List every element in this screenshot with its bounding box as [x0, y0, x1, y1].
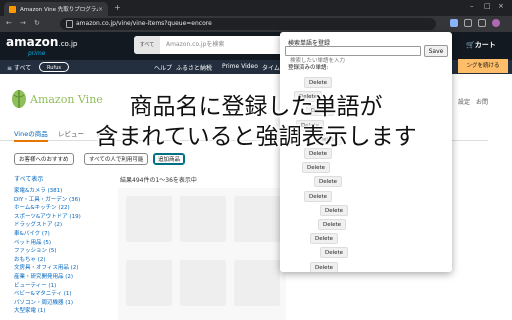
continue-shopping-link[interactable]: ングを続ける [458, 59, 508, 73]
sidebar-show-all[interactable]: すべて表示 [14, 174, 43, 183]
delete-word-button[interactable]: Delete [314, 176, 343, 188]
cart-icon: 🛒 [466, 41, 475, 49]
browser-toolbar: ← → ↻ amazon.co.jp/vine/vine-items?queue… [0, 16, 512, 32]
address-url: amazon.co.jp/vine/vine-items?queue=encor… [76, 20, 212, 27]
extensions-puzzle-icon[interactable] [464, 19, 472, 27]
delete-word-button[interactable]: Delete [310, 233, 339, 245]
logo-suffix: .co.jp [58, 40, 78, 48]
category-item[interactable]: ペット用品 (5) [14, 238, 51, 246]
word-input-field[interactable] [285, 46, 421, 65]
category-item[interactable]: 家電&カメラ (381) [14, 186, 62, 194]
filter-additional[interactable]: 追加商品 [153, 153, 186, 165]
extension-icon[interactable] [450, 19, 458, 27]
nav-all-menu[interactable]: ≡ すべて [7, 63, 31, 72]
search-category-select[interactable]: すべて [134, 36, 160, 54]
product-grid [118, 188, 286, 320]
rufus-button[interactable]: Rufus [39, 62, 69, 72]
minimize-icon[interactable]: – [470, 2, 474, 10]
results-count: 結果494件の1〜36を表示中 [120, 177, 197, 184]
headline-banner: 商品名に登録した単語が 含まれていると強調表示します [0, 92, 512, 152]
browser-tab[interactable]: Amazon Vine 先取りプログラム × [4, 2, 108, 16]
profile-avatar[interactable] [492, 19, 500, 27]
extension-popup: 検索単語を登録 Save 登録済みの単語: DeleteDeleteDelete… [280, 32, 452, 272]
nav-furusato[interactable]: ふるさと納税 [176, 63, 212, 72]
category-item[interactable]: ベビー&マタニティ (1) [14, 289, 72, 297]
product-image[interactable] [234, 196, 280, 242]
reload-icon[interactable]: ↻ [34, 19, 40, 27]
category-item[interactable]: ファッション (5) [14, 246, 57, 254]
category-item[interactable]: おもちゃ (2) [14, 255, 46, 263]
back-icon[interactable]: ← [6, 19, 12, 27]
registered-words-label: 登録済みの単語: [288, 65, 329, 71]
address-bar[interactable]: amazon.co.jp/vine/vine-items?queue=encor… [60, 18, 436, 30]
browser-tab-strip: Amazon Vine 先取りプログラム × + – □ × [0, 0, 512, 16]
new-tab-button[interactable]: + [114, 3, 121, 12]
category-item[interactable]: パソコン・周辺機器 (1) [14, 298, 73, 306]
headline-line-1: 商品名に登録した単語が [129, 94, 383, 120]
maximize-icon[interactable]: □ [484, 2, 491, 10]
save-button[interactable]: Save [424, 45, 448, 57]
category-item[interactable]: DIY・工具・ガーデン (36) [14, 195, 80, 203]
delete-word-button[interactable]: Delete [302, 162, 331, 174]
search-input[interactable]: Amazon.co.jpを検索 [166, 36, 224, 54]
product-image[interactable] [126, 260, 172, 306]
category-item[interactable]: 文房具・オフィス用品 (2) [14, 263, 78, 271]
category-item[interactable]: ドラッグストア (2) [14, 220, 62, 228]
delete-word-button[interactable]: Delete [304, 190, 333, 202]
nav-help[interactable]: ヘルプ [154, 63, 172, 72]
category-item[interactable]: 大型家電 (1) [14, 306, 46, 314]
cart-button[interactable]: 🛒カート [466, 40, 496, 50]
tab-title: Amazon Vine 先取りプログラム [20, 7, 98, 13]
amazon-favicon-icon [9, 5, 16, 13]
delete-word-button[interactable]: Delete [320, 247, 349, 259]
logo-prime: prime [28, 50, 46, 57]
amazon-logo[interactable]: amazon.co.jp prime [6, 35, 78, 57]
product-image[interactable] [180, 196, 226, 242]
filter-recommended[interactable]: お客様へのおすすめ [14, 153, 74, 165]
filter-available-all[interactable]: すべての人で利用可能 [84, 153, 149, 165]
nav-prime-video[interactable]: Prime Video [222, 63, 258, 70]
product-image[interactable] [126, 196, 172, 242]
forward-icon[interactable]: → [20, 19, 26, 27]
delete-word-button[interactable]: Delete [320, 204, 349, 216]
side-panel-icon[interactable] [478, 19, 486, 27]
tab-close-icon[interactable]: × [98, 6, 103, 13]
delete-word-button[interactable]: Delete [304, 77, 333, 88]
delete-word-button[interactable]: Delete [318, 219, 347, 230]
category-item[interactable]: スポーツ&アウトドア (19) [14, 212, 81, 220]
category-item[interactable]: 車&バイク (7) [14, 229, 50, 237]
category-item[interactable]: 産業・研究開発用品 (2) [14, 272, 73, 280]
product-image[interactable] [180, 260, 226, 306]
product-image[interactable] [234, 260, 280, 306]
category-item[interactable]: ホーム&キッチン (22) [14, 203, 70, 211]
logo-text: amazon [6, 35, 59, 49]
cart-label: カート [474, 41, 496, 49]
delete-word-button[interactable]: Delete [310, 261, 339, 272]
headline-line-2: 含まれていると強調表示します [95, 124, 417, 150]
nav-time[interactable]: タイム [262, 63, 280, 72]
close-window-icon[interactable]: × [498, 2, 504, 10]
site-info-icon[interactable] [66, 20, 73, 28]
category-item[interactable]: ビューティー (1) [14, 281, 56, 289]
